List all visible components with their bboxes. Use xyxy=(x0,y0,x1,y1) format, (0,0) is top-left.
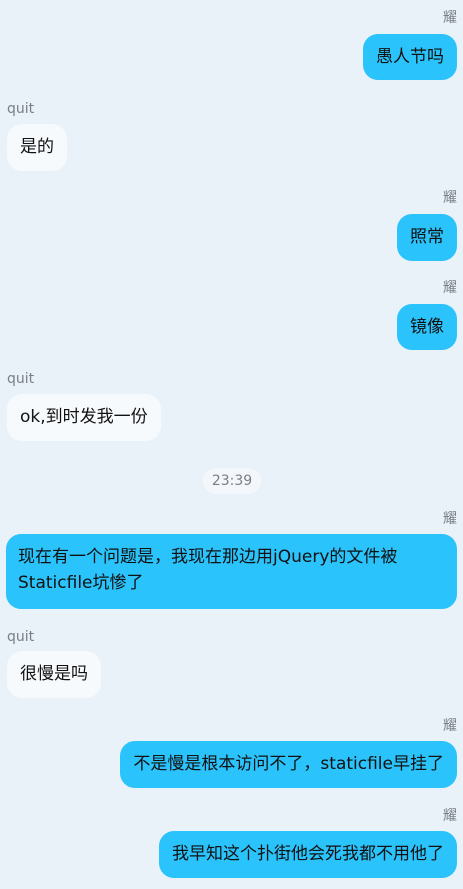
sender-name: 耀 xyxy=(443,808,457,824)
sender-name: 耀 xyxy=(443,718,457,734)
sender-name: 耀 xyxy=(443,511,457,527)
message-bubble[interactable]: ok,到时发我一份 xyxy=(7,394,161,441)
message-bubble[interactable]: 很慢是吗 xyxy=(7,651,101,698)
message-bubble[interactable]: 我早知这个扑街他会死我都不用他了 xyxy=(159,831,457,878)
sender-name: quit xyxy=(7,629,35,645)
sender-name: 耀 xyxy=(443,10,457,26)
sender-name: quit xyxy=(7,371,35,387)
sender-name: 耀 xyxy=(443,280,457,296)
message-bubble[interactable]: 是的 xyxy=(7,124,67,171)
message-bubble[interactable]: 镜像 xyxy=(397,304,457,350)
sender-name: quit xyxy=(7,101,35,117)
chat-window: 耀 愚人节吗 quit 是的 耀 照常 耀 镜像 quit ok,到时发我一份 … xyxy=(0,0,463,889)
sender-name: 耀 xyxy=(443,190,457,206)
message-bubble[interactable]: 不是慢是根本访问不了，staticfile早挂了 xyxy=(120,741,457,788)
message-bubble[interactable]: 愚人节吗 xyxy=(363,34,457,80)
message-bubble[interactable]: 照常 xyxy=(397,214,457,261)
message-bubble[interactable]: 现在有一个问题是，我现在那边用jQuery的文件被Staticfile坑惨了 xyxy=(6,534,457,609)
timestamp-divider: 23:39 xyxy=(203,468,261,494)
